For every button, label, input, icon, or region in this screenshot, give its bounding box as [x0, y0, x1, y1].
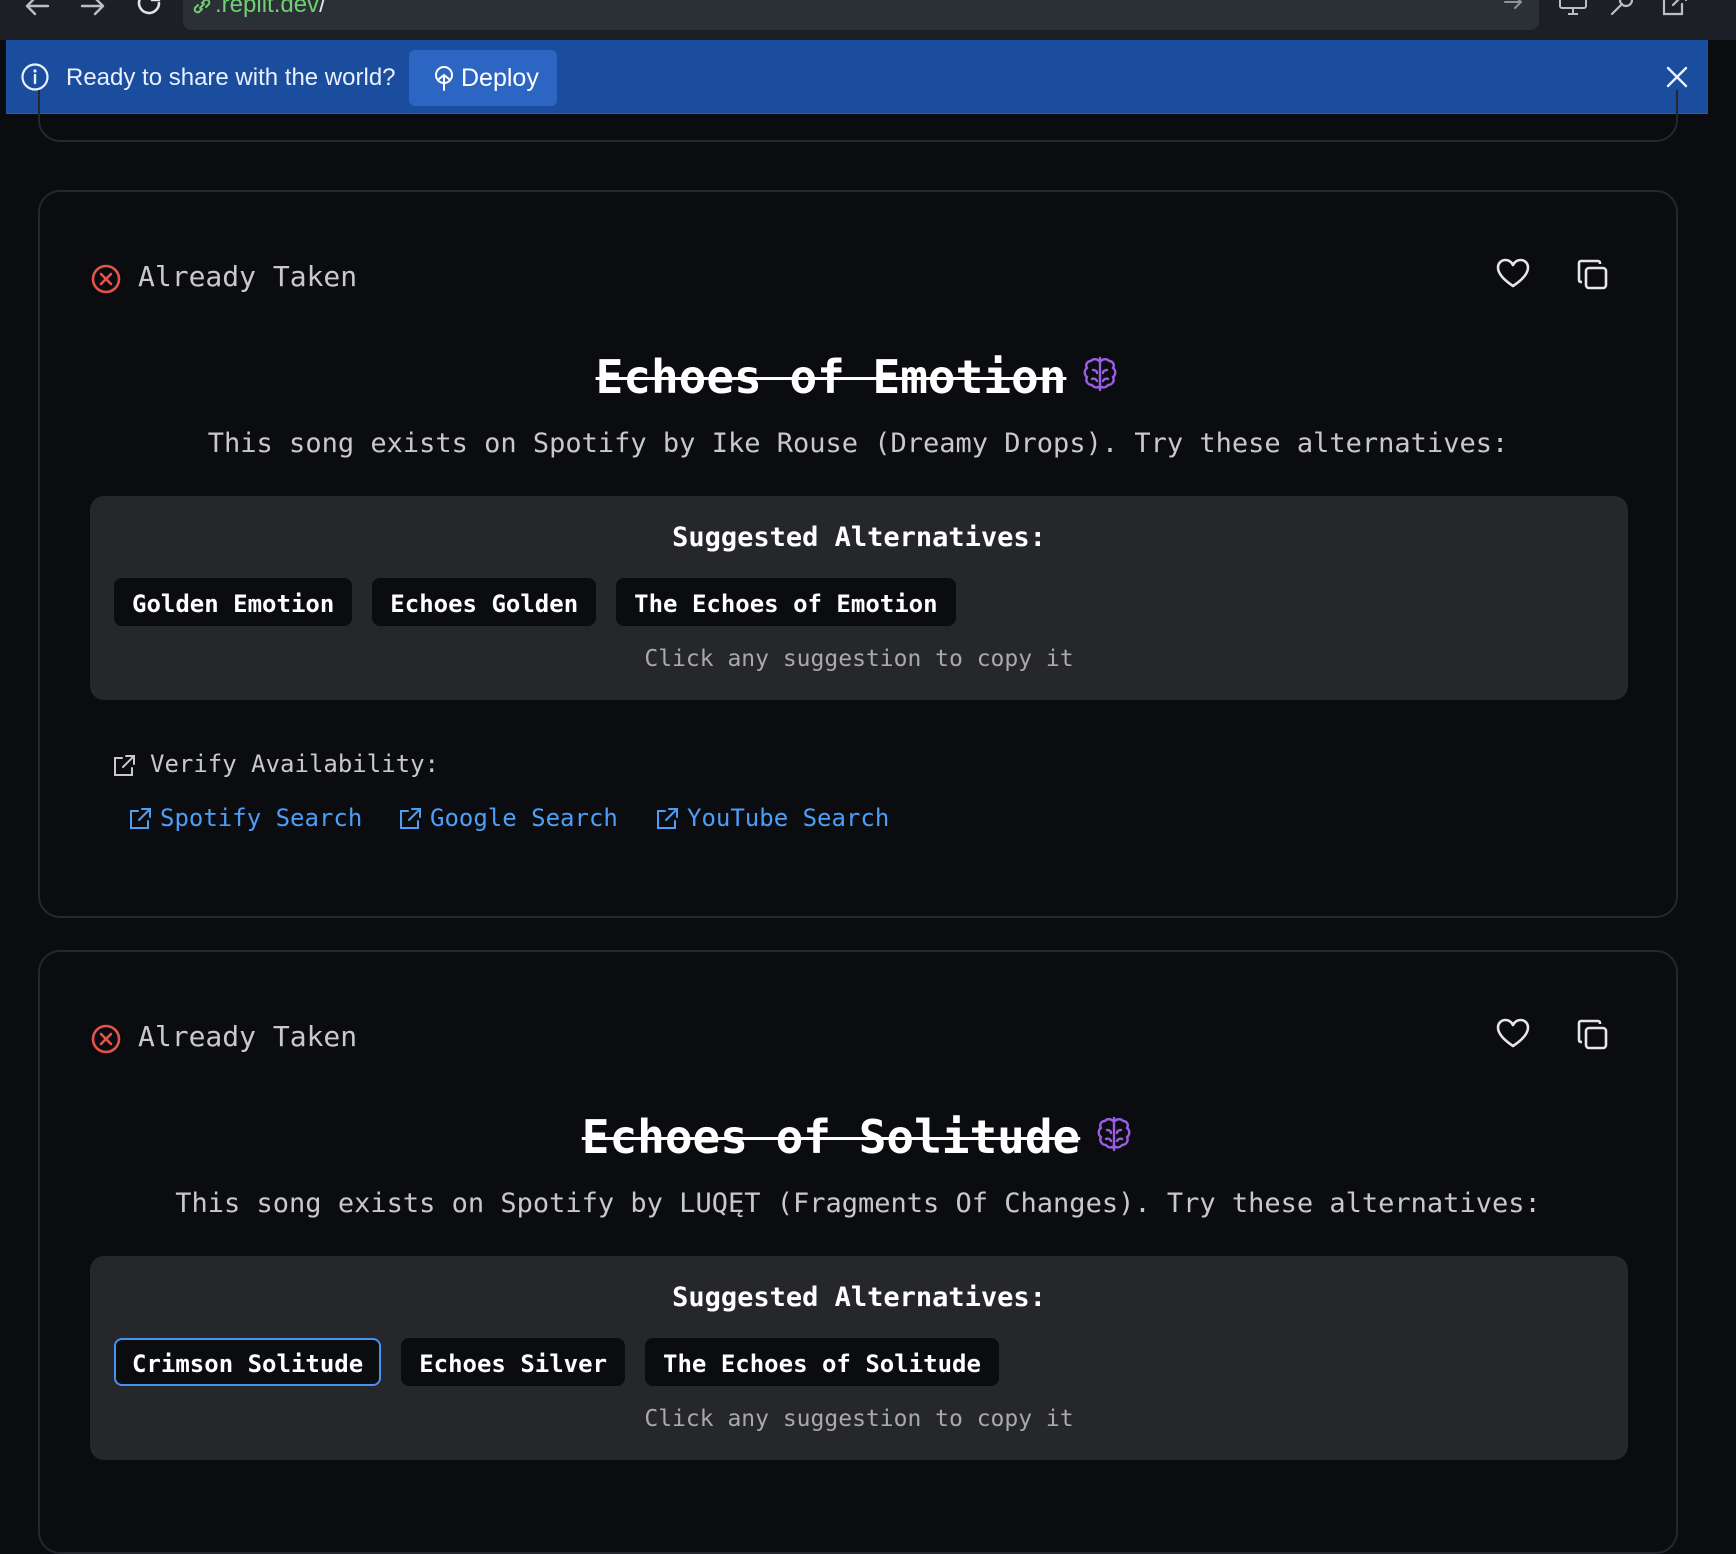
- deploy-label: Deploy: [461, 64, 539, 92]
- status-text: Already Taken: [138, 1020, 358, 1053]
- suggestion-chip[interactable]: Echoes Silver: [401, 1338, 626, 1386]
- song-title-row: Echoes of Solitude: [40, 1107, 1676, 1167]
- song-title: Echoes of Emotion: [595, 350, 1067, 404]
- wrench-icon[interactable]: [1608, 0, 1638, 22]
- google-search-label: Google Search: [430, 804, 618, 832]
- back-arrow-icon[interactable]: [22, 0, 52, 22]
- suggestion-chip[interactable]: The Echoes of Solitude: [645, 1338, 999, 1386]
- heart-icon[interactable]: [1496, 258, 1530, 294]
- suggestion-chips: Crimson Solitude Echoes Silver The Echoe…: [114, 1338, 999, 1386]
- link-icon: [190, 0, 214, 22]
- url-host: .replit.dev: [215, 0, 320, 18]
- click-hint: Click any suggestion to copy it: [644, 1406, 1074, 1432]
- youtube-search-label: YouTube Search: [687, 804, 890, 832]
- suggestion-chip-selected[interactable]: Crimson Solitude: [114, 1338, 382, 1386]
- song-card: Already Taken Echoes of Emotion This son…: [38, 190, 1678, 918]
- open-external-icon[interactable]: [1660, 0, 1690, 22]
- arrow-right-icon[interactable]: [1502, 0, 1526, 18]
- monitor-icon[interactable]: [1558, 0, 1588, 22]
- suggestions-title: Suggested Alternatives:: [672, 522, 1046, 553]
- url-text: .replit.dev/: [215, 0, 326, 20]
- song-title: Echoes of Solitude: [581, 1110, 1081, 1164]
- spotify-search-label: Spotify Search: [160, 804, 363, 832]
- brain-icon: [1094, 1108, 1134, 1168]
- brain-icon: [1080, 348, 1120, 408]
- reload-icon[interactable]: [134, 0, 166, 24]
- song-card: Already Taken Echoes of Solitude This so…: [38, 950, 1678, 1554]
- scrollbar-track[interactable]: [1708, 40, 1736, 1488]
- copy-icon[interactable]: [1576, 258, 1610, 296]
- url-path: /: [319, 0, 326, 18]
- exists-text: This song exists on Spotify by LUQĘT (Fr…: [175, 1188, 1541, 1219]
- suggestions-box: Suggested Alternatives: Crimson Solitude…: [90, 1256, 1628, 1460]
- url-field[interactable]: [183, 0, 1539, 30]
- verify-label-text: Verify Availability:: [150, 750, 439, 778]
- suggestion-chip[interactable]: The Echoes of Emotion: [616, 578, 956, 626]
- click-hint: Click any suggestion to copy it: [644, 646, 1074, 672]
- suggestions-title: Suggested Alternatives:: [672, 1282, 1046, 1313]
- heart-icon[interactable]: [1496, 1018, 1530, 1054]
- status-text: Already Taken: [138, 260, 358, 293]
- suggestion-chip[interactable]: Echoes Golden: [372, 578, 597, 626]
- suggestion-chip[interactable]: Golden Emotion: [114, 578, 353, 626]
- x-circle-icon: [90, 1023, 122, 1063]
- external-link-icon: [398, 807, 422, 837]
- banner-message: Ready to share with the world?: [66, 64, 396, 91]
- previous-card: [38, 90, 1678, 142]
- exists-text: This song exists on Spotify by Ike Rouse…: [207, 428, 1509, 459]
- browser-toolbar: .replit.dev/: [0, 0, 1736, 40]
- external-link-icon: [655, 807, 679, 837]
- x-circle-icon: [90, 263, 122, 303]
- forward-arrow-icon[interactable]: [78, 0, 108, 22]
- song-title-row: Echoes of Emotion: [40, 347, 1676, 407]
- external-link-icon: [128, 807, 152, 837]
- copy-icon[interactable]: [1576, 1018, 1610, 1056]
- external-link-icon: [112, 754, 136, 784]
- close-icon[interactable]: [1665, 65, 1689, 93]
- suggestions-box: Suggested Alternatives: Golden Emotion E…: [90, 496, 1628, 700]
- suggestion-chips: Golden Emotion Echoes Golden The Echoes …: [114, 578, 956, 626]
